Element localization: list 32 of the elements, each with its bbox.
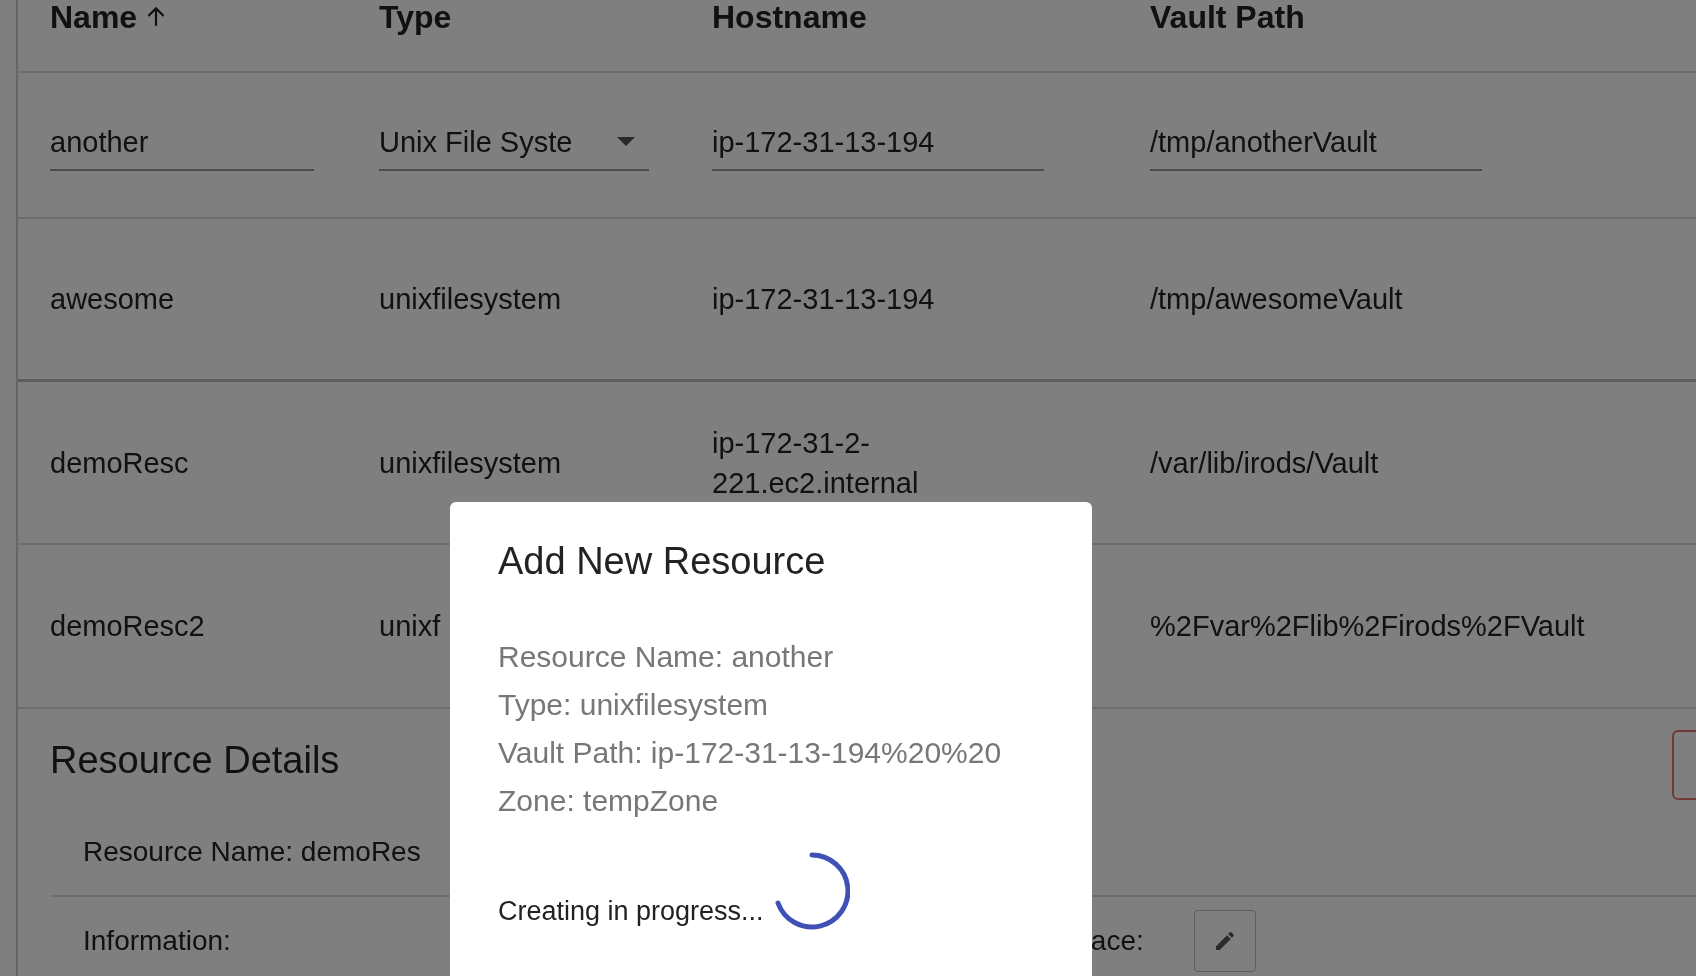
table-cell-text: awesome <box>50 282 175 317</box>
dropdown-caret-icon <box>617 137 635 147</box>
resource-name-label: Resource Name: demoRes <box>83 836 421 868</box>
column-header[interactable]: Vault Path <box>1150 0 1305 34</box>
dialog-text: Resource Name: another <box>498 639 835 675</box>
table-cell-text: unixfilesystem <box>379 445 562 481</box>
table-cell-text: /tmp/awesomeVault <box>1150 282 1403 317</box>
edit-button[interactable] <box>1193 910 1256 972</box>
vault-path-field[interactable]: /tmp/anotherVault <box>1150 119 1482 171</box>
table-cell-text: /var/lib/irods/Vault <box>1150 445 1379 481</box>
type-dropdown[interactable]: Unix File Syste <box>379 119 649 171</box>
progress-text: Creating in progress... <box>498 896 764 928</box>
dialog-text: Zone: tempZone <box>498 783 720 819</box>
table-cell-text: ip-172-31-2-221.ec2.internal <box>712 425 920 501</box>
table-cell-text: unixfilesystem <box>379 282 562 317</box>
table-cell-text: demoResc2 <box>50 609 205 644</box>
table-cell-text: unixf <box>379 609 441 644</box>
column-header[interactable]: Name <box>50 0 138 34</box>
hostname-field[interactable]: ip-172-31-13-194 <box>712 119 1044 171</box>
table-cell-text: demoResc <box>50 445 189 481</box>
dialog-text: Vault Path: ip-172-31-13-194%20%20 <box>498 735 1003 771</box>
column-header[interactable]: Hostname <box>712 0 867 34</box>
column-header[interactable]: Type <box>379 0 452 34</box>
information-label: Information: <box>83 925 231 957</box>
dialog-title: Add New Resource <box>498 540 827 583</box>
field-label: ace: <box>1090 925 1144 957</box>
name-field[interactable]: another <box>50 119 314 171</box>
table-cell-text: ip-172-31-13-194 <box>712 282 935 317</box>
dialog-text: Type: unixfilesystem <box>498 687 770 723</box>
section-title: Resource Details <box>50 739 340 781</box>
table-cell-text: %2Fvar%2Flib%2Firods%2FVault <box>1150 609 1585 644</box>
loading-spinner-icon <box>773 851 850 931</box>
